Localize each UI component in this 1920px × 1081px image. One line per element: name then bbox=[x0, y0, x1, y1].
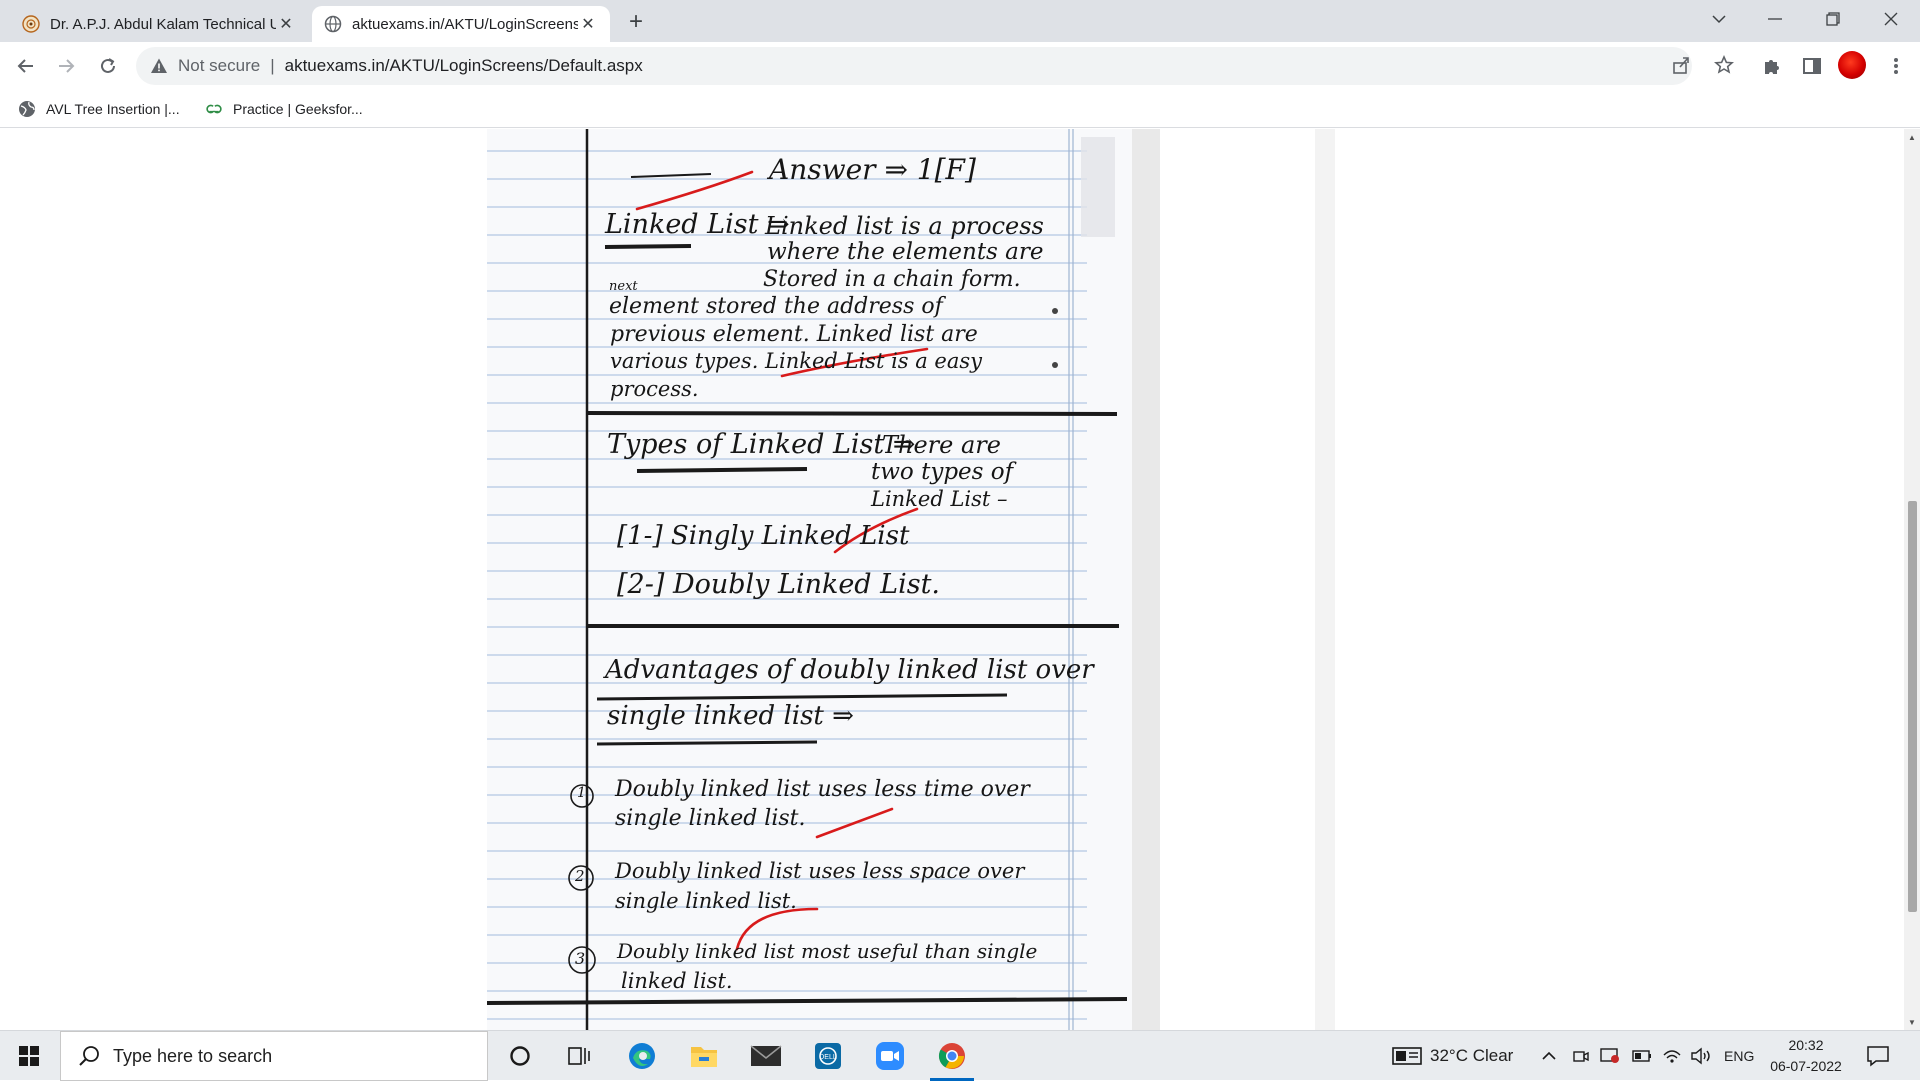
taskbar-clock[interactable]: 20:32 06-07-2022 bbox=[1763, 1035, 1849, 1077]
new-tab-icon[interactable]: + bbox=[622, 8, 650, 36]
bookmark-star-icon[interactable] bbox=[1711, 52, 1737, 78]
taskbar-search-input[interactable]: Type here to search bbox=[60, 1031, 488, 1081]
geeksforgeeks-icon bbox=[205, 100, 223, 118]
text-line: Linked list is a process bbox=[765, 212, 1044, 240]
section-title-types: Types of Linked List ⇒ bbox=[607, 429, 916, 460]
globe-icon bbox=[324, 15, 342, 33]
text-line: element stored the address of bbox=[609, 294, 943, 319]
tab-aktu-home[interactable]: Dr. A.P.J. Abdul Kalam Technical U ✕ bbox=[10, 6, 308, 42]
separator: | bbox=[270, 56, 275, 75]
weather-widget[interactable]: 32°C Clear bbox=[1392, 1031, 1513, 1081]
dell-icon[interactable]: DELL bbox=[800, 1031, 856, 1081]
scroll-down-arrow-icon[interactable]: ▼ bbox=[1904, 1014, 1920, 1030]
close-tab-icon[interactable]: ✕ bbox=[276, 14, 296, 34]
notifications-icon[interactable] bbox=[1866, 1031, 1890, 1081]
mail-icon[interactable] bbox=[738, 1031, 794, 1081]
side-panel-icon[interactable] bbox=[1796, 50, 1828, 82]
text-line: single linked list ⇒ bbox=[607, 701, 854, 731]
text-line: [2-] Doubly Linked List. bbox=[617, 569, 941, 600]
text-line: process. bbox=[610, 377, 699, 401]
show-hidden-icons-chevron-icon[interactable] bbox=[1541, 1031, 1557, 1081]
text-line: two types of bbox=[871, 459, 1014, 485]
restore-icon[interactable] bbox=[1804, 0, 1862, 38]
clock-date: 06-07-2022 bbox=[1770, 1058, 1842, 1074]
browser-toolbar: Not secure | aktuexams.in/AKTU/LoginScre… bbox=[0, 42, 1920, 90]
reload-icon[interactable] bbox=[92, 50, 124, 82]
bookmark-label: AVL Tree Insertion |... bbox=[46, 101, 180, 117]
wifi-icon[interactable] bbox=[1662, 1031, 1682, 1081]
point-marker: 1 bbox=[577, 785, 586, 801]
bookmark-geeksforgeeks[interactable]: Practice | Geeksfor... bbox=[205, 98, 363, 120]
point-marker: 3 bbox=[575, 949, 586, 968]
tab-login-screens[interactable]: aktuexams.in/AKTU/LoginScreens ✕ bbox=[312, 6, 610, 42]
close-tab-icon[interactable]: ✕ bbox=[578, 14, 598, 34]
answer-sheet-image: Answer ⇒ 1[F] Linked List ⇒ Linked list … bbox=[487, 129, 1132, 1030]
edge-icon[interactable] bbox=[614, 1031, 670, 1081]
volume-icon[interactable] bbox=[1690, 1031, 1712, 1081]
text-line: [1-] Singly Linked List bbox=[617, 521, 910, 551]
task-view-icon[interactable] bbox=[552, 1031, 608, 1081]
text-line: various types. Linked List is a easy bbox=[610, 349, 983, 373]
tab-strip: Dr. A.P.J. Abdul Kalam Technical U ✕ akt… bbox=[0, 0, 1920, 42]
tab-search-chevron-icon[interactable] bbox=[1690, 0, 1748, 38]
text-line: There are bbox=[882, 431, 1001, 459]
file-explorer-icon[interactable] bbox=[676, 1031, 732, 1081]
text-line: Linked List – bbox=[871, 487, 1008, 511]
viewer-side-panel bbox=[1315, 129, 1335, 1030]
windows-start-icon[interactable] bbox=[0, 1031, 58, 1081]
section-title-advantages: Advantages of doubly linked list over bbox=[605, 655, 1094, 685]
search-placeholder: Type here to search bbox=[113, 1045, 273, 1066]
chrome-icon[interactable] bbox=[924, 1031, 980, 1081]
tab-title: aktuexams.in/AKTU/LoginScreens bbox=[352, 15, 578, 33]
text-line: previous element. Linked list are bbox=[610, 322, 978, 347]
weather-text: 32°C Clear bbox=[1430, 1046, 1514, 1065]
point-marker: 2 bbox=[575, 867, 585, 885]
zoom-icon[interactable] bbox=[862, 1031, 918, 1081]
security-label: Not secure bbox=[178, 56, 261, 75]
text-line: Doubly linked list most useful than sing… bbox=[617, 939, 1038, 963]
section-title-linked-list: Linked List ⇒ bbox=[605, 209, 790, 240]
menu-kebab-icon[interactable] bbox=[1880, 50, 1912, 82]
text-line: where the elements are bbox=[767, 239, 1044, 265]
text-line: linked list. bbox=[621, 969, 733, 993]
back-arrow-icon[interactable] bbox=[10, 50, 42, 82]
document-shadow bbox=[1130, 129, 1160, 1030]
page-scrollbar[interactable]: ▲ ▼ bbox=[1904, 129, 1920, 1030]
answer-heading: Answer ⇒ 1[F] bbox=[769, 153, 976, 186]
scroll-up-arrow-icon[interactable]: ▲ bbox=[1904, 129, 1920, 145]
extensions-puzzle-icon[interactable] bbox=[1755, 50, 1787, 82]
globe-icon bbox=[18, 100, 36, 118]
windows-taskbar: Type here to search DELL 32°C Clear ENG … bbox=[0, 1030, 1920, 1081]
warning-icon[interactable] bbox=[150, 57, 168, 75]
minimize-icon[interactable] bbox=[1746, 0, 1804, 38]
language-indicator[interactable]: ENG bbox=[1724, 1031, 1754, 1081]
text-line: next bbox=[609, 279, 638, 294]
tab-title: Dr. A.P.J. Abdul Kalam Technical U bbox=[50, 15, 276, 33]
share-icon[interactable] bbox=[1668, 52, 1694, 78]
forward-arrow-icon[interactable] bbox=[50, 50, 82, 82]
clock-time: 20:32 bbox=[1788, 1037, 1824, 1053]
battery-icon[interactable] bbox=[1632, 1031, 1652, 1081]
bookmarks-bar: AVL Tree Insertion |... Practice | Geeks… bbox=[0, 90, 1920, 128]
security-center-icon[interactable] bbox=[1600, 1031, 1620, 1081]
text-line: Stored in a chain form. bbox=[763, 267, 1021, 292]
profile-avatar[interactable] bbox=[1838, 51, 1866, 79]
university-logo-icon bbox=[22, 15, 40, 33]
close-window-icon[interactable] bbox=[1862, 0, 1920, 38]
search-icon bbox=[79, 1046, 99, 1066]
text-line: Doubly linked list uses less space over bbox=[615, 859, 1025, 883]
svg-text:DELL: DELL bbox=[819, 1054, 837, 1061]
meet-now-icon[interactable] bbox=[1572, 1031, 1590, 1081]
url-text[interactable]: aktuexams.in/AKTU/LoginScreens/Default.a… bbox=[285, 56, 643, 76]
bookmark-avl-tree[interactable]: AVL Tree Insertion |... bbox=[18, 98, 180, 120]
cortana-icon[interactable] bbox=[492, 1031, 548, 1081]
address-bar[interactable]: Not secure | aktuexams.in/AKTU/LoginScre… bbox=[136, 47, 1692, 85]
text-line: single linked list. bbox=[615, 889, 797, 913]
text-line: Doubly linked list uses less time over bbox=[615, 777, 1030, 802]
text-line: single linked list. bbox=[615, 806, 806, 831]
scrollbar-thumb[interactable] bbox=[1908, 501, 1917, 912]
weather-icon bbox=[1392, 1047, 1422, 1065]
bookmark-label: Practice | Geeksfor... bbox=[233, 101, 363, 117]
page-content: Answer ⇒ 1[F] Linked List ⇒ Linked list … bbox=[0, 129, 1904, 1030]
